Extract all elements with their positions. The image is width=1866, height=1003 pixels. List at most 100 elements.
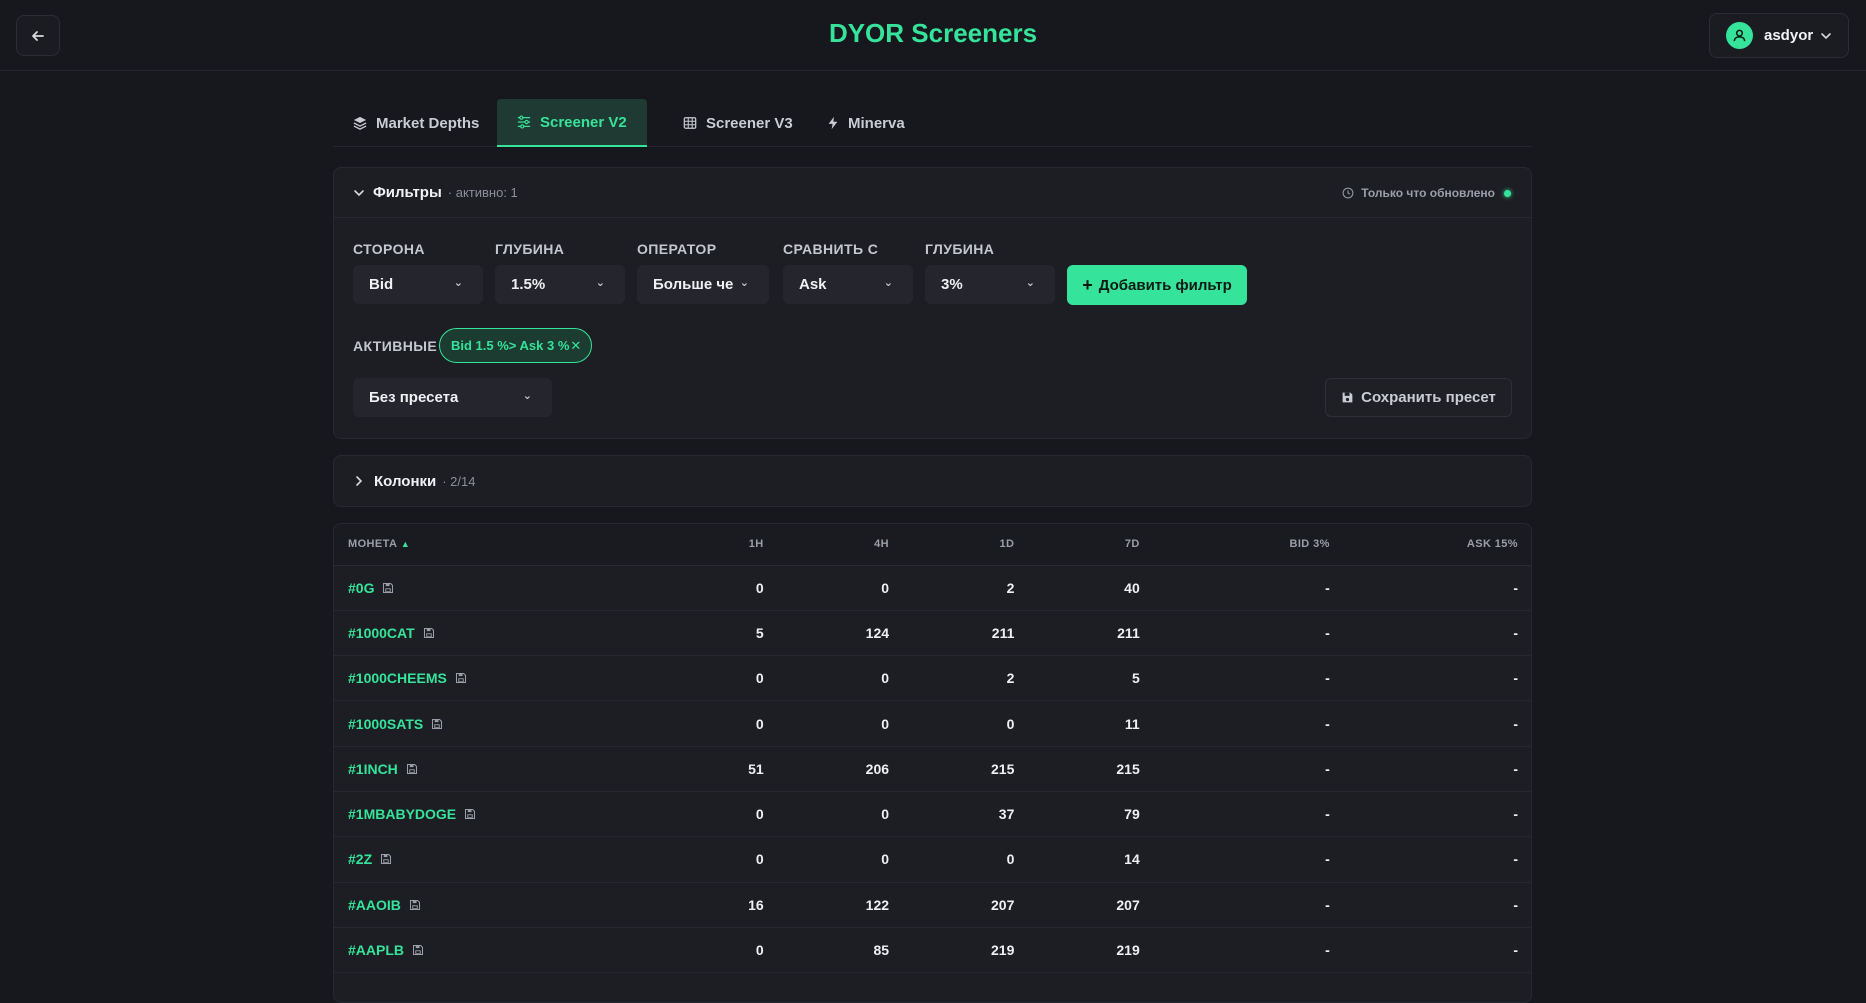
add-filter-label: Добавить фильтр	[1098, 276, 1232, 294]
table-cell: 14	[1124, 851, 1140, 868]
chevron-right-icon	[356, 476, 363, 486]
column-header-coin[interactable]: МОНЕТА ▲	[334, 524, 717, 566]
compare-select[interactable]: Ask ⌄	[783, 265, 913, 304]
coin-ticker[interactable]: #1MBABYDOGE	[348, 806, 456, 822]
table-cell: -	[1325, 942, 1330, 959]
table-cell: 215	[991, 760, 1015, 777]
coin-cell[interactable]: #1000SATS	[334, 701, 716, 746]
table-cell: -	[1513, 896, 1518, 913]
coin-cell[interactable]: #2Z	[334, 837, 716, 882]
table-row[interactable]: #1000CAT 5 124 211 211 - -	[334, 610, 1531, 656]
table-header-row: МОНЕТА ▲ 1H 4H 1D 7D BID 3% ASK 15%	[334, 524, 1531, 566]
table-cell: 215	[1116, 760, 1140, 777]
table-cell: 211	[1117, 624, 1140, 641]
sliders-icon	[517, 115, 531, 129]
coin-ticker[interactable]: #1000CAT	[348, 625, 415, 641]
column-header-4h[interactable]: 4H	[763, 524, 890, 566]
table-cell: 37	[998, 806, 1015, 823]
table-row[interactable]: #1INCH 51 206 215 215 - -	[334, 746, 1531, 792]
table-cell: 0	[881, 579, 890, 596]
tab-label: Minerva	[848, 114, 905, 132]
save-icon	[465, 809, 476, 820]
table-row[interactable]: #1MBABYDOGE 0 0 37 79 - -	[334, 791, 1531, 837]
preset-value: Без пресета	[369, 389, 459, 406]
user-menu-button[interactable]: asdyor	[1709, 13, 1849, 58]
table-cell: 219	[1116, 942, 1140, 959]
columns-panel[interactable]: Колонки · 2/14	[333, 455, 1532, 507]
table-cell: 0	[755, 715, 764, 732]
chevron-down-icon: ⌄	[595, 277, 605, 289]
column-header-ask[interactable]: ASK 15%	[1329, 524, 1531, 566]
table-cell: 0	[1006, 715, 1015, 732]
tab-market-depths[interactable]: Market Depths	[333, 99, 499, 147]
operator-select[interactable]: Больше че ⌄	[637, 265, 769, 304]
table-row[interactable]: #0G 0 0 2 40 - -	[334, 565, 1531, 611]
table-cell: 0	[881, 670, 890, 687]
table-row[interactable]: #AAPLB 0 85 219 219 - -	[334, 927, 1531, 973]
user-icon	[1733, 29, 1746, 42]
save-preset-button[interactable]: Сохранить пресет	[1325, 378, 1512, 417]
depth-value: 1.5%	[511, 276, 546, 293]
save-icon	[455, 673, 466, 684]
coin-cell[interactable]: #1INCH	[334, 746, 716, 791]
coin-ticker[interactable]: #1000SATS	[348, 716, 423, 732]
coin-cell[interactable]: #AAPLB	[334, 927, 716, 972]
coin-ticker[interactable]: #AAOIB	[348, 897, 401, 913]
coin-ticker[interactable]: #1000CHEEMS	[348, 670, 447, 686]
save-icon	[381, 854, 392, 865]
operator-value: Больше че	[653, 276, 734, 293]
table-cell: 5	[755, 624, 764, 641]
table-row[interactable]: #AAOIB 16 122 207 207 - -	[334, 882, 1531, 928]
table-row[interactable]: #1000SATS 0 0 0 11 - -	[334, 701, 1531, 747]
coin-cell[interactable]: #AAOIB	[334, 882, 716, 927]
coin-cell[interactable]: #1000CAT	[334, 610, 716, 655]
operator-label: ОПЕРАТОР	[637, 241, 717, 257]
coin-cell[interactable]: #0G	[334, 565, 716, 610]
table-cell: 0	[881, 806, 890, 823]
table-cell: -	[1325, 760, 1330, 777]
coin-ticker[interactable]: #2Z	[348, 851, 372, 867]
depth2-select[interactable]: 3% ⌄	[925, 265, 1055, 304]
table-cell: 207	[991, 896, 1015, 913]
table-cell: 207	[1116, 896, 1140, 913]
coin-cell[interactable]: #1MBABYDOGE	[334, 791, 716, 836]
table-row[interactable]: #2Z 0 0 0 14 - -	[334, 837, 1531, 883]
table-row[interactable]: #1000CHEEMS 0 0 2 5 - -	[334, 656, 1531, 701]
tab-screener-v3[interactable]: Screener V3	[663, 99, 813, 147]
depth2-value: 3%	[941, 276, 963, 293]
table-cell: 79	[1124, 806, 1140, 823]
coin-ticker[interactable]: #AAPLB	[348, 942, 404, 958]
table-cell: -	[1325, 896, 1330, 913]
screener-table-panel: МОНЕТА ▲ 1H 4H 1D 7D BID 3% ASK 15% #0G 0…	[333, 523, 1532, 1003]
add-filter-button[interactable]: + Добавить фильтр	[1067, 265, 1247, 305]
table-cell: 0	[755, 670, 764, 687]
close-icon[interactable]: ✕	[570, 338, 581, 354]
side-select[interactable]: Bid ⌄	[353, 265, 483, 304]
coin-ticker[interactable]: #0G	[348, 580, 374, 596]
chip-label: Bid 1.5 %> Ask 3 %	[451, 338, 570, 353]
table-cell: -	[1513, 670, 1518, 687]
table-cell: -	[1513, 851, 1518, 868]
table-cell: -	[1325, 851, 1330, 868]
table-cell: 0	[755, 942, 764, 959]
coin-cell[interactable]: #1000CHEEMS	[334, 656, 716, 701]
tab-minerva[interactable]: Minerva	[807, 99, 925, 147]
status-dot	[1504, 189, 1511, 197]
column-header-1d[interactable]: 1D	[889, 524, 1015, 566]
table-cell: -	[1325, 579, 1330, 596]
table-cell: 11	[1124, 715, 1140, 732]
save-icon	[423, 627, 434, 638]
chevron-down-icon: ⌄	[883, 277, 893, 289]
coin-ticker[interactable]: #1INCH	[348, 761, 398, 777]
preset-select[interactable]: Без пресета ⌄	[353, 378, 552, 417]
user-name: asdyor	[1764, 27, 1814, 44]
active-filter-chip[interactable]: Bid 1.5 %> Ask 3 % ✕	[439, 328, 592, 363]
table-cell: -	[1513, 579, 1518, 596]
depth-select[interactable]: 1.5% ⌄	[495, 265, 625, 304]
column-header-1h[interactable]: 1H	[716, 524, 764, 566]
column-header-7d[interactable]: 7D	[1014, 524, 1140, 566]
column-header-bid[interactable]: BID 3%	[1139, 524, 1330, 566]
tab-screener-v2[interactable]: Screener V2	[497, 99, 647, 147]
table-cell: -	[1325, 715, 1330, 732]
compare-value: Ask	[799, 276, 827, 293]
